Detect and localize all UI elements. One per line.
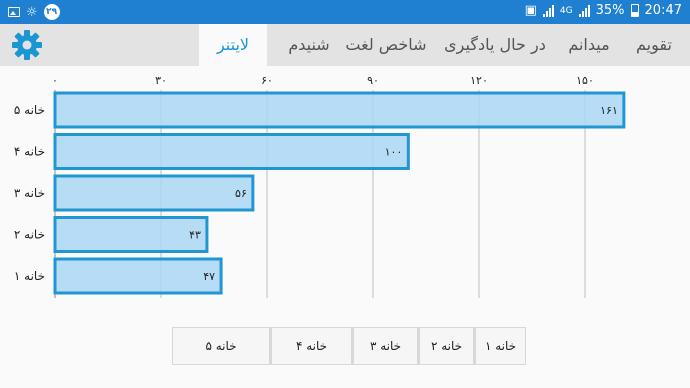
bar	[53, 91, 626, 129]
bar	[53, 216, 209, 253]
clock: 20:47	[644, 3, 682, 18]
status-right: ▣ 4G 35% 20:47	[525, 3, 682, 18]
status-bar: ☼ ۲۹ ▣ 4G 35% 20:47	[0, 0, 690, 24]
image-icon	[8, 7, 20, 17]
legend-item-box-5: خانه ۵	[173, 328, 269, 364]
y-category-label: خانه ۴	[14, 145, 45, 159]
battery-icon	[630, 4, 639, 17]
x-tick-label: ۱۲۰	[470, 74, 488, 87]
legend-item-box-4: خانه ۴	[269, 328, 351, 364]
signal-icon-2	[578, 4, 590, 17]
y-category-label: خانه ۱	[14, 269, 45, 283]
x-tick-label: ۰	[52, 74, 58, 87]
signal-icon	[542, 4, 554, 17]
sim-icon: ▣	[524, 3, 537, 18]
x-tick-label: ۹۰	[367, 74, 379, 87]
bar	[53, 174, 255, 212]
x-tick-label: ۱۵۰	[576, 74, 594, 87]
tab-bar: لایتنر شنیدم شاخص لغت در حال یادگیری مید…	[0, 24, 690, 66]
bar	[53, 133, 410, 170]
tab-leitner[interactable]: لایتنر	[199, 24, 267, 66]
x-tick-label: ۳۰	[155, 74, 167, 87]
bar-value-label: ۱۰۰	[385, 146, 403, 159]
legend-item-box-1: خانه ۱	[473, 328, 525, 364]
network-type: 4G	[559, 5, 573, 16]
y-category-label: خانه ۳	[14, 186, 45, 200]
bar-value-label: ۴۷	[203, 270, 215, 283]
status-left: ☼ ۲۹	[8, 4, 60, 20]
bar-value-label: ۵۶	[235, 187, 247, 200]
y-category-label: خانه ۵	[14, 103, 45, 117]
y-category-label: خانه ۲	[14, 228, 45, 242]
tab-heard[interactable]: شنیدم	[279, 24, 339, 66]
battery-percent: 35%	[595, 3, 625, 18]
legend-item-box-3: خانه ۳	[351, 328, 417, 364]
gear-icon[interactable]	[10, 30, 44, 60]
tab-learning[interactable]: در حال یادگیری	[439, 24, 551, 66]
bar-value-label: ۴۳	[189, 229, 201, 242]
notification-badge: ۲۹	[43, 4, 60, 20]
tab-known[interactable]: میدانم	[561, 24, 617, 66]
legend: خانه ۱ خانه ۲ خانه ۳ خانه ۴ خانه ۵	[172, 327, 526, 365]
brightness-icon: ☼	[26, 4, 38, 20]
tab-calendar[interactable]: تقویم	[625, 24, 683, 66]
bar	[53, 257, 223, 295]
tab-word-index[interactable]: شاخص لغت	[343, 24, 429, 66]
x-tick-label: ۶۰	[261, 74, 273, 87]
bar-value-label: ۱۶۱	[600, 104, 618, 117]
legend-item-box-2: خانه ۲	[417, 328, 473, 364]
